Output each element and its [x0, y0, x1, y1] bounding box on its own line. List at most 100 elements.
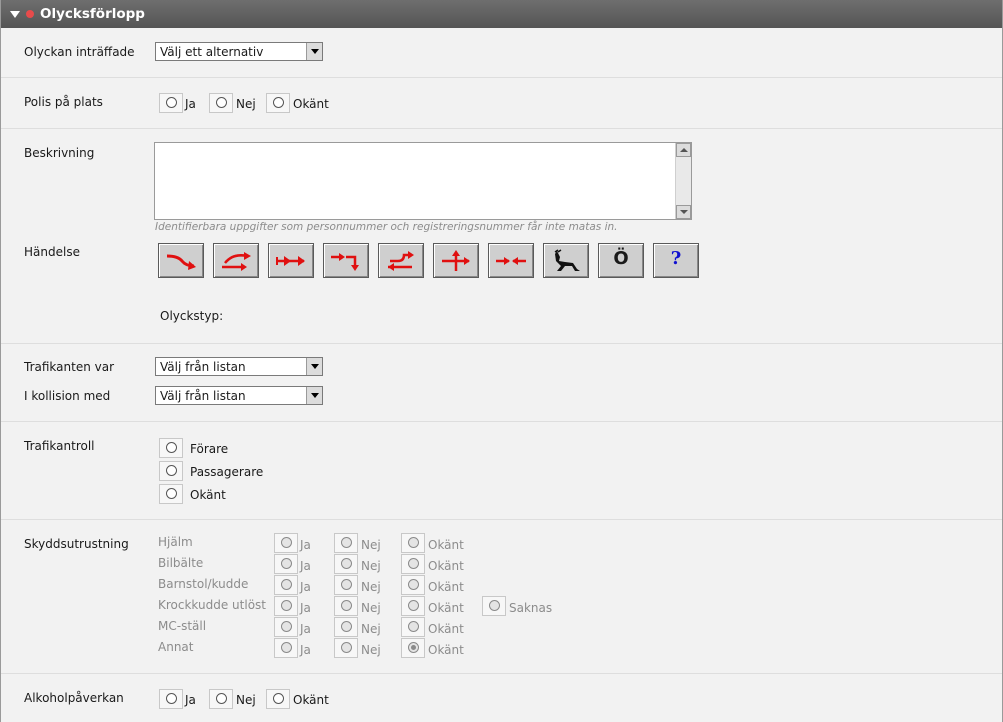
alcohol-yes-label: Ja	[185, 693, 196, 707]
collapse-triangle-icon[interactable]	[10, 11, 20, 18]
alcohol-no-radio[interactable]	[209, 689, 233, 709]
radio-circle-icon	[408, 579, 419, 590]
police-unknown-label: Okänt	[293, 97, 329, 111]
radio-circle-icon	[489, 600, 500, 611]
event-overtake-button[interactable]	[213, 243, 259, 278]
protection-no-label: Nej	[361, 580, 381, 594]
protection-missing-radio[interactable]	[482, 596, 506, 616]
protection-unknown-radio[interactable]	[401, 617, 425, 637]
event-turn-down-button[interactable]	[323, 243, 369, 278]
police-no-label: Nej	[236, 97, 256, 111]
role-unknown-radio[interactable]	[159, 484, 183, 504]
police-yes-radio[interactable]	[159, 93, 183, 113]
scroll-up-icon[interactable]	[676, 143, 691, 157]
overtake-icon	[222, 252, 251, 271]
protection-no-radio[interactable]	[334, 554, 358, 574]
scroll-down-icon[interactable]	[676, 205, 691, 219]
protection-no-radio[interactable]	[334, 596, 358, 616]
role-driver-radio[interactable]	[159, 438, 183, 458]
protection-yes-radio[interactable]	[274, 596, 298, 616]
radio-circle-icon	[216, 97, 227, 108]
event-same-direction-button[interactable]	[268, 243, 314, 278]
protection-yes-label: Ja	[300, 580, 311, 594]
protection-label: Skyddsutrustning	[24, 537, 129, 551]
police-no-radio[interactable]	[209, 93, 233, 113]
protection-row-label: Annat	[158, 640, 194, 654]
chevron-down-icon[interactable]	[306, 358, 322, 375]
event-crossing-button[interactable]	[433, 243, 479, 278]
protection-yes-radio[interactable]	[274, 575, 298, 595]
protection-unknown-radio[interactable]	[401, 596, 425, 616]
divider	[1, 421, 1002, 422]
traffic-role-label: Trafikantroll	[24, 439, 95, 453]
event-head-on-button[interactable]	[488, 243, 534, 278]
protection-no-label: Nej	[361, 538, 381, 552]
protection-row-label: Hjälm	[158, 535, 193, 549]
protection-unknown-radio[interactable]	[401, 575, 425, 595]
required-dot-icon	[26, 10, 34, 18]
radio-circle-icon	[281, 621, 292, 632]
protection-yes-radio[interactable]	[274, 638, 298, 658]
role-unknown-label: Okänt	[190, 488, 226, 502]
protection-no-radio[interactable]	[334, 638, 358, 658]
protection-no-radio[interactable]	[334, 617, 358, 637]
protection-yes-label: Ja	[300, 601, 311, 615]
radio-circle-icon	[408, 600, 419, 611]
radio-circle-icon	[341, 558, 352, 569]
collision-select[interactable]: Välj från listan	[155, 386, 323, 405]
question-icon: ?	[670, 248, 682, 269]
protection-row-label: MC-ställ	[158, 619, 207, 633]
radio-circle-icon	[166, 465, 177, 476]
role-passenger-label: Passagerare	[190, 465, 264, 479]
protection-no-radio[interactable]	[334, 533, 358, 553]
radio-circle-icon	[408, 621, 419, 632]
description-textarea[interactable]	[154, 142, 692, 220]
radio-circle-icon	[341, 579, 352, 590]
radio-circle-icon	[166, 488, 177, 499]
event-deer-button[interactable]	[543, 243, 589, 278]
panel-header[interactable]: Olycksförlopp	[1, 0, 1002, 28]
incident-select-value: Välj ett alternativ	[160, 45, 264, 59]
radio-circle-icon	[281, 600, 292, 611]
protection-row-label: Krockkudde utlöst	[158, 598, 266, 612]
protection-yes-label: Ja	[300, 538, 311, 552]
event-u-turn-button[interactable]	[378, 243, 424, 278]
collision-select-value: Välj från listan	[160, 389, 246, 403]
protection-missing-label: Saknas	[509, 601, 553, 615]
event-o-button[interactable]: Ö	[598, 243, 644, 278]
chevron-down-icon[interactable]	[306, 43, 322, 60]
protection-no-radio[interactable]	[334, 575, 358, 595]
turn-right-icon	[166, 254, 196, 270]
protection-yes-radio[interactable]	[274, 554, 298, 574]
traffic-party-select-value: Välj från listan	[160, 360, 246, 374]
alcohol-no-label: Nej	[236, 693, 256, 707]
radio-circle-icon	[166, 442, 177, 453]
description-scrollbar[interactable]	[675, 143, 691, 219]
traffic-party-select[interactable]: Välj från listan	[155, 357, 323, 376]
chevron-down-icon[interactable]	[306, 387, 322, 404]
event-other-button[interactable]: ?	[653, 243, 699, 278]
incident-select[interactable]: Välj ett alternativ	[155, 42, 323, 61]
police-unknown-radio[interactable]	[266, 93, 290, 113]
o-umlaut-icon: Ö	[613, 248, 629, 269]
divider	[1, 673, 1002, 674]
role-passenger-radio[interactable]	[159, 461, 183, 481]
event-turn-right-button[interactable]	[158, 243, 204, 278]
protection-unknown-label: Okänt	[428, 622, 464, 636]
protection-yes-radio[interactable]	[274, 617, 298, 637]
radio-circle-icon	[216, 693, 227, 704]
accident-panel: Olycksförlopp Olyckan inträffade Välj et…	[0, 0, 1003, 722]
protection-unknown-radio[interactable]	[401, 533, 425, 553]
radio-circle-icon	[273, 97, 284, 108]
protection-unknown-label: Okänt	[428, 643, 464, 657]
description-label: Beskrivning	[24, 146, 95, 160]
traffic-party-label: Trafikanten var	[24, 360, 115, 374]
divider	[1, 519, 1002, 520]
protection-row-label: Barnstol/kudde	[158, 577, 249, 591]
protection-yes-label: Ja	[300, 643, 311, 657]
alcohol-yes-radio[interactable]	[159, 689, 183, 709]
protection-unknown-radio-selected[interactable]	[401, 638, 425, 658]
protection-yes-radio[interactable]	[274, 533, 298, 553]
protection-unknown-radio[interactable]	[401, 554, 425, 574]
alcohol-unknown-radio[interactable]	[266, 689, 290, 709]
